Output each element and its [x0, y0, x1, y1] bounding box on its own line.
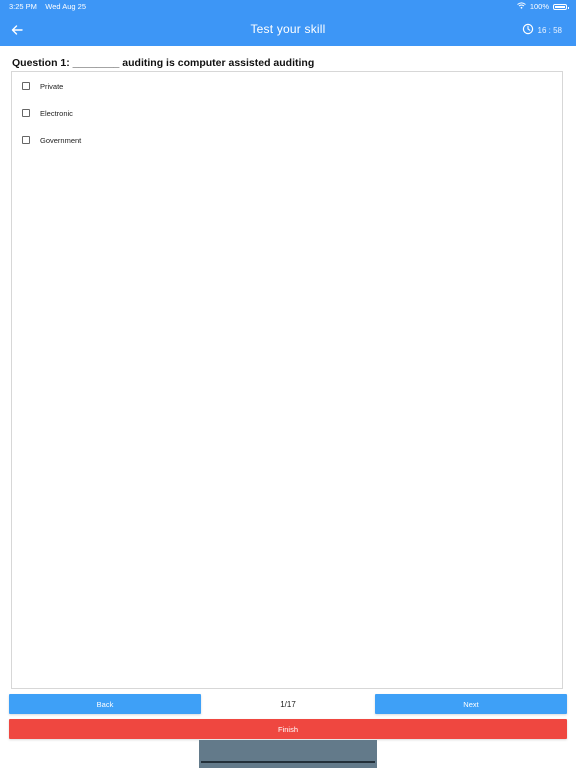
battery-icon: [553, 4, 569, 10]
bottom-panel: [199, 740, 377, 768]
back-button[interactable]: Back: [9, 694, 201, 714]
page-indicator: 1/17: [280, 700, 296, 709]
status-date: Wed Aug 25: [45, 2, 87, 11]
status-indicators: 100%: [516, 0, 569, 14]
page-title: Test your skill: [250, 22, 326, 36]
option-private[interactable]: Private: [22, 79, 63, 93]
option-electronic[interactable]: Electronic: [22, 106, 73, 120]
timer-value: 16 : 58: [537, 25, 562, 35]
status-bar: 3:25 PM Wed Aug 25 100%: [0, 0, 576, 14]
divider-line: [201, 761, 375, 763]
checkbox[interactable]: [22, 82, 30, 90]
status-time: 3:25 PM: [9, 2, 37, 11]
option-label: Electronic: [40, 108, 73, 118]
wifi-icon: [516, 0, 526, 14]
battery-percent: 100%: [529, 2, 549, 11]
status-time-date: 3:25 PM Wed Aug 25: [9, 0, 86, 14]
next-button[interactable]: Next: [375, 694, 567, 714]
option-label: Government: [40, 135, 82, 145]
finish-button[interactable]: Finish: [9, 719, 567, 739]
app-bar: Test your skill 16 : 58: [0, 14, 576, 46]
checkbox[interactable]: [22, 136, 30, 144]
question-text: Question 1: ________ auditing is compute…: [12, 57, 315, 69]
option-government[interactable]: Government: [22, 133, 81, 147]
clock-icon: [522, 23, 534, 37]
timer: 16 : 58: [522, 22, 562, 38]
header-bar: 3:25 PM Wed Aug 25 100% Test your skill: [0, 0, 576, 46]
options-panel: Private Electronic Government: [11, 71, 563, 689]
checkbox[interactable]: [22, 109, 30, 117]
option-label: Private: [40, 81, 64, 91]
